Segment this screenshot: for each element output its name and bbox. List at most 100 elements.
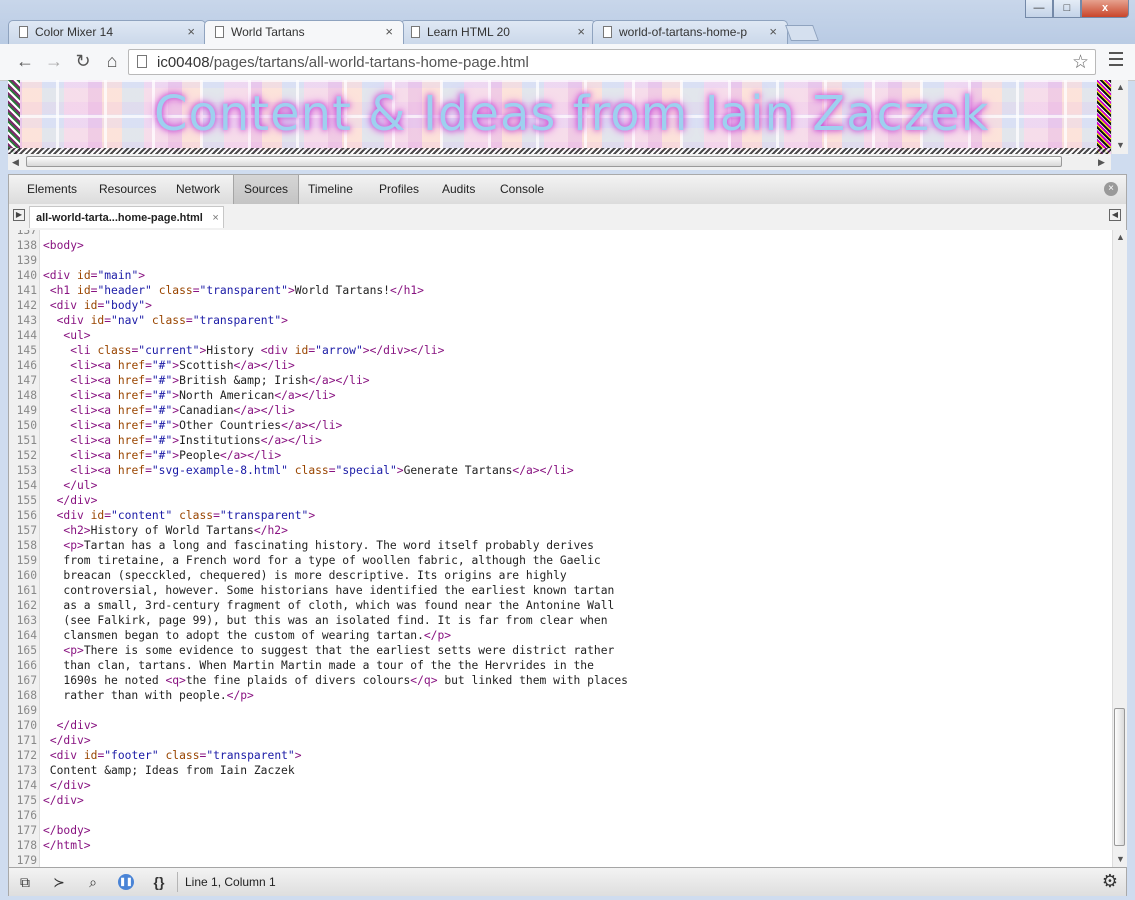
line-number[interactable]: 155 [9,493,43,508]
line-number[interactable]: 170 [9,718,43,733]
tab-profiles[interactable]: Profiles [369,175,429,204]
line-number[interactable]: 175 [9,793,43,808]
open-file-tab[interactable]: all-world-tarta...home-page.html × [29,206,224,228]
code-line[interactable]: 139 [9,253,628,268]
line-number[interactable]: 141 [9,283,43,298]
source-editor[interactable]: 137 138 <body> 139 140 <div id="main"> 141 <h1… [9,230,1112,867]
code-line[interactable]: 157 <h2>History of World Tartans</h2> [9,523,628,538]
code-line[interactable]: 143 <div id="nav" class="transparent"> [9,313,628,328]
close-devtools-icon[interactable]: × [1104,182,1118,196]
tab-elements[interactable]: Elements [17,175,87,204]
code-line[interactable]: 152 <li><a href="#">People</a></li> [9,448,628,463]
line-number[interactable]: 172 [9,748,43,763]
code-line[interactable]: 145 <li class="current">History <div id=… [9,343,628,358]
close-icon[interactable]: × [769,24,777,39]
code-line[interactable]: 169 [9,703,628,718]
line-number[interactable]: 151 [9,433,43,448]
code-line[interactable]: 155 </div> [9,493,628,508]
code-line[interactable]: 168 rather than with people.</p> [9,688,628,703]
code-line[interactable]: 177 </body> [9,823,628,838]
line-number[interactable]: 159 [9,553,43,568]
line-number[interactable]: 178 [9,838,43,853]
tab-audits[interactable]: Audits [432,175,485,204]
code-line[interactable]: 158 <p>Tartan has a long and fascinating… [9,538,628,553]
line-number[interactable]: 177 [9,823,43,838]
line-number[interactable]: 139 [9,253,43,268]
line-number[interactable]: 167 [9,673,43,688]
line-number[interactable]: 140 [9,268,43,283]
line-number[interactable]: 161 [9,583,43,598]
search-icon[interactable]: ⌕ [83,873,103,891]
line-number[interactable]: 145 [9,343,43,358]
close-window-button[interactable]: x [1081,0,1129,18]
line-number[interactable]: 176 [9,808,43,823]
line-number[interactable]: 158 [9,538,43,553]
code-line[interactable]: 142 <div id="body"> [9,298,628,313]
code-line[interactable]: 167 1690s he noted <q>the fine plaids of… [9,673,628,688]
show-debugger-icon[interactable]: ◀ [1109,209,1121,221]
code-line[interactable]: 160 breacan (specckled, chequered) is mo… [9,568,628,583]
line-number[interactable]: 144 [9,328,43,343]
tab-resources[interactable]: Resources [89,175,166,204]
tab-learn-html[interactable]: Learn HTML 20 × [400,20,596,44]
line-number[interactable]: 165 [9,643,43,658]
line-number[interactable]: 154 [9,478,43,493]
code-line[interactable]: 153 <li><a href="svg-example-8.html" cla… [9,463,628,478]
line-number[interactable]: 160 [9,568,43,583]
line-number[interactable]: 137 [9,230,43,238]
code-line[interactable]: 138 <body> [9,238,628,253]
scroll-down-icon[interactable]: ▼ [1116,854,1125,864]
line-number[interactable]: 142 [9,298,43,313]
line-number[interactable]: 143 [9,313,43,328]
code-line[interactable]: 162 as a small, 3rd-century fragment of … [9,598,628,613]
scroll-left-icon[interactable]: ◀ [12,157,19,168]
code-line[interactable]: 156 <div id="content" class="transparent… [9,508,628,523]
scroll-down-icon[interactable]: ▼ [1116,140,1125,150]
tab-console[interactable]: Console [490,175,554,204]
reload-button[interactable]: ↻ [72,50,94,72]
scroll-right-icon[interactable]: ▶ [1098,157,1105,168]
line-number[interactable]: 162 [9,598,43,613]
forward-button[interactable]: → [43,50,65,72]
line-number[interactable]: 157 [9,523,43,538]
code-line[interactable]: 144 <ul> [9,328,628,343]
scroll-up-icon[interactable]: ▲ [1116,82,1125,92]
chrome-menu-icon[interactable] [1109,52,1123,70]
line-number[interactable]: 173 [9,763,43,778]
pause-on-exceptions-icon[interactable]: ❚❚ [118,874,134,890]
line-number[interactable]: 156 [9,508,43,523]
code-line[interactable]: 146 <li><a href="#">Scottish</a></li> [9,358,628,373]
tab-timeline[interactable]: Timeline [298,175,363,204]
line-number[interactable]: 152 [9,448,43,463]
scrollbar-thumb[interactable] [26,156,1062,167]
page-horizontal-scrollbar[interactable]: ◀ ▶ [8,154,1111,170]
scroll-up-icon[interactable]: ▲ [1116,232,1125,242]
gear-icon[interactable]: ⚙ [1102,871,1118,892]
dock-icon[interactable]: ⧉ [15,873,35,891]
line-number[interactable]: 153 [9,463,43,478]
show-navigator-icon[interactable]: ▶ [13,209,25,221]
tab-sources[interactable]: Sources [233,175,300,204]
tab-world-tartans[interactable]: World Tartans × [204,20,404,44]
editor-vertical-scrollbar[interactable]: ▲ ▼ [1112,230,1127,867]
pretty-print-icon[interactable]: {} [149,873,169,891]
code-line[interactable]: 165 <p>There is some evidence to suggest… [9,643,628,658]
code-line[interactable]: 161 controversial, however. Some histori… [9,583,628,598]
code-line[interactable]: 174 </div> [9,778,628,793]
code-line[interactable]: 140 <div id="main"> [9,268,628,283]
console-drawer-icon[interactable]: ≻ [49,873,69,891]
code-line[interactable]: 178 </html> [9,838,628,853]
tab-network[interactable]: Network [166,175,230,204]
code-line[interactable]: 159 from tiretaine, a French word for a … [9,553,628,568]
close-icon[interactable]: × [385,24,393,39]
close-icon[interactable]: × [577,24,585,39]
close-icon[interactable]: × [212,207,218,229]
code-line[interactable]: 172 <div id="footer" class="transparent"… [9,748,628,763]
line-number[interactable]: 138 [9,238,43,253]
code-line[interactable]: 163 (see Falkirk, page 99), but this was… [9,613,628,628]
line-number[interactable]: 179 [9,853,43,867]
address-bar[interactable]: ic00408/pages/tartans/all-world-tartans-… [128,49,1096,75]
code-line[interactable]: 173 Content &amp; Ideas from Iain Zaczek [9,763,628,778]
maximize-button[interactable]: □ [1053,0,1081,18]
home-button[interactable]: ⌂ [101,50,123,72]
